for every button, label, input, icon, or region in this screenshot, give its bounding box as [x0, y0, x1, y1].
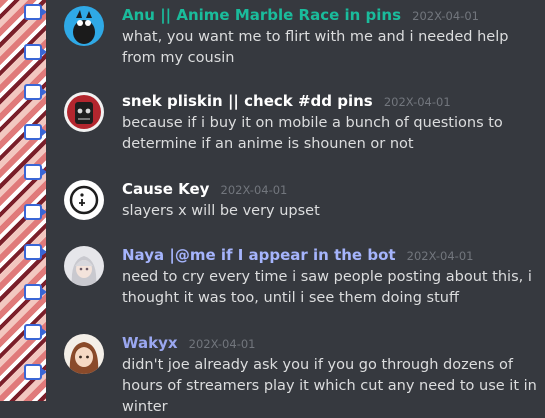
- author-name[interactable]: snek pliskin || check #dd pins: [122, 92, 373, 110]
- message-header: Cause Key 202X-04-01: [122, 178, 539, 200]
- message-list: Anu || Anime Marble Race in pins 202X-04…: [56, 0, 545, 415]
- avatar[interactable]: [64, 334, 104, 374]
- reply-arrow-icon: [24, 4, 46, 20]
- timestamp: 202X-04-01: [383, 95, 451, 109]
- avatar[interactable]: [64, 180, 104, 220]
- message-header: Anu || Anime Marble Race in pins 202X-04…: [122, 4, 539, 26]
- message-text: need to cry every time i saw people post…: [122, 269, 532, 306]
- reply-arrow-icon: [24, 124, 46, 140]
- message-text: because if i buy it on mobile a bunch of…: [122, 115, 503, 152]
- reply-arrow-icon: [24, 44, 46, 60]
- author-name[interactable]: Naya |@me if I appear in the bot: [122, 246, 396, 264]
- timestamp: 202X-04-01: [188, 337, 256, 351]
- pinned-avatar-strip: [0, 0, 46, 401]
- message-header: Wakyx 202X-04-01: [122, 332, 539, 354]
- avatar[interactable]: [64, 6, 104, 46]
- author-name[interactable]: Cause Key: [122, 180, 209, 198]
- reply-arrow-icon: [24, 324, 46, 340]
- reply-arrow-icon: [24, 364, 46, 380]
- message-header: Naya |@me if I appear in the bot 202X-04…: [122, 244, 539, 266]
- message-text: what, you want me to flirt with me and i…: [122, 29, 509, 66]
- timestamp: 202X-04-01: [406, 249, 474, 263]
- timestamp: 202X-04-01: [412, 9, 479, 23]
- message-header: snek pliskin || check #dd pins 202X-04-0…: [122, 90, 539, 112]
- reply-arrow-icon: [24, 244, 46, 260]
- timestamp: 202X-04-01: [220, 183, 288, 197]
- reply-arrow-icon: [24, 204, 46, 220]
- avatar[interactable]: [64, 92, 104, 132]
- reply-arrow-icon: [24, 284, 46, 300]
- message-text: didn't joe already ask you if you go thr…: [122, 357, 537, 415]
- message-text: slayers x will be very upset: [122, 203, 320, 219]
- avatar[interactable]: [64, 246, 104, 286]
- reply-arrow-icon: [24, 84, 46, 100]
- reply-arrow-icon: [24, 164, 46, 180]
- author-name[interactable]: Anu || Anime Marble Race in pins: [122, 6, 401, 24]
- author-name[interactable]: Wakyx: [122, 334, 178, 352]
